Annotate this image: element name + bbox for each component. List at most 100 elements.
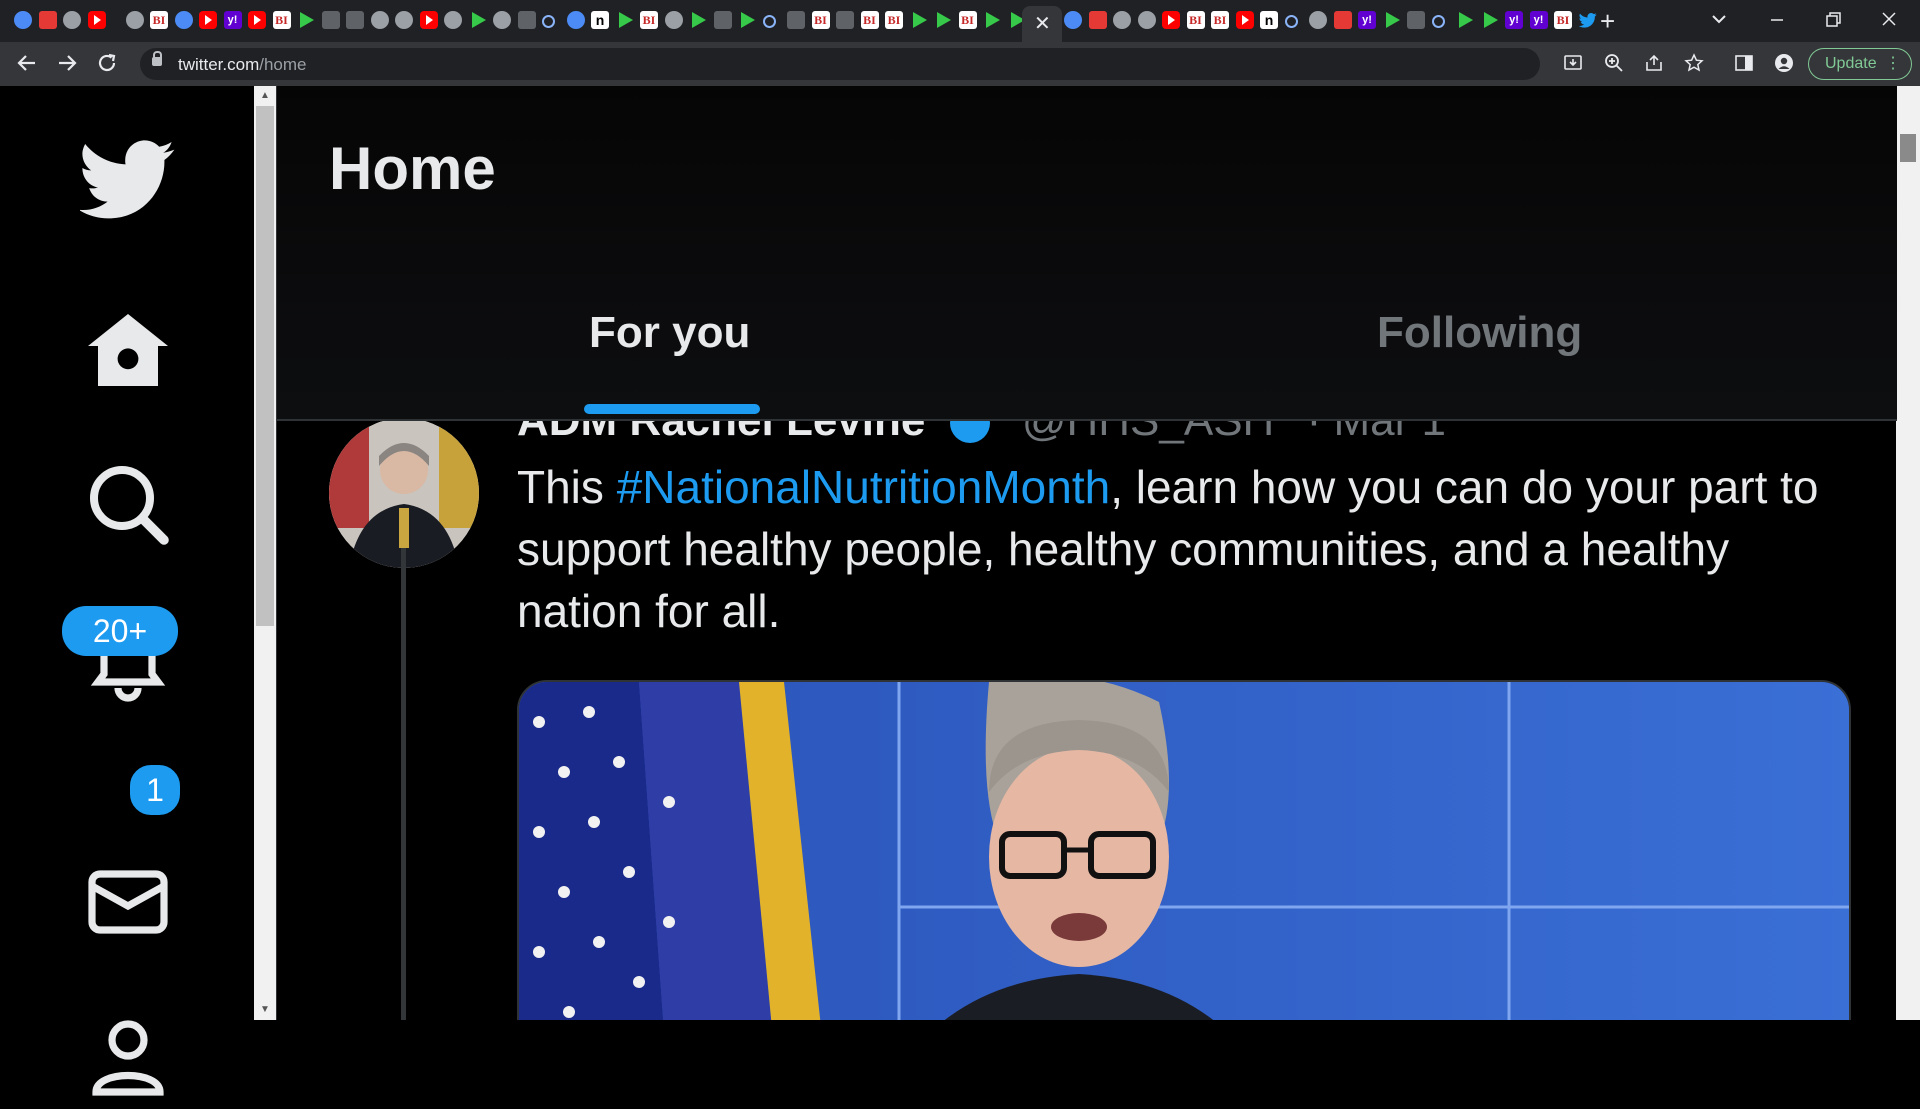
browser-toolbar: twitter.com/home Update ⋮ [0, 42, 1920, 86]
page-scrollbar[interactable] [1896, 86, 1920, 1020]
tweet-author-avatar[interactable] [329, 418, 479, 568]
pinned-tab-bi-icon[interactable] [640, 11, 658, 29]
side-panel-icon[interactable] [1734, 53, 1754, 77]
minimize-window-icon[interactable] [1768, 4, 1786, 39]
profile-icon[interactable] [1774, 53, 1794, 77]
tab-following[interactable]: Following [1377, 308, 1582, 358]
pinned-tab-play-icon[interactable] [934, 11, 952, 29]
pinned-tab-blue-icon[interactable] [14, 11, 32, 29]
forward-arrow-icon[interactable] [56, 52, 78, 78]
pinned-tab-bi-icon[interactable] [1554, 11, 1572, 29]
twitter-logo-icon[interactable] [78, 130, 176, 226]
pinned-tab-bi-icon[interactable] [860, 11, 879, 29]
pinned-tab-dark-icon[interactable] [1407, 11, 1425, 29]
pinned-tab-grey-icon[interactable] [1309, 11, 1327, 29]
pinned-tab-yt-icon[interactable] [1162, 11, 1180, 29]
pinned-tab-bi-icon[interactable] [885, 11, 903, 29]
pinned-tab-yt-icon[interactable] [199, 11, 217, 29]
pinned-tab-bi-icon[interactable] [958, 11, 977, 29]
pinned-tab-bi-icon[interactable] [272, 11, 291, 29]
pinned-tab-n-icon[interactable] [591, 11, 609, 29]
pinned-tab-play-icon[interactable] [1456, 11, 1474, 29]
pinned-tab-yh-icon[interactable] [223, 11, 242, 29]
pinned-tab-grey-icon[interactable] [1137, 11, 1156, 29]
pinned-tab-bi-icon[interactable] [811, 11, 830, 29]
messages-envelope-icon[interactable] [80, 854, 176, 950]
pinned-tab-dark-icon[interactable] [713, 11, 732, 29]
explore-search-icon[interactable] [80, 456, 176, 552]
tweet-video-thumbnail[interactable] [517, 680, 1851, 1020]
pinned-tab-dark-icon[interactable] [836, 11, 854, 29]
pinned-tab-search-icon[interactable] [762, 15, 776, 28]
active-tab[interactable]: ✕ [1022, 6, 1062, 42]
pinned-tab-play-icon[interactable] [738, 11, 756, 29]
install-app-icon[interactable] [1563, 53, 1583, 77]
pinned-tab-yt-icon[interactable] [248, 11, 266, 29]
nav-scrollbar[interactable]: ▲ ▼ [254, 86, 276, 1020]
tweet-hashtag-link[interactable]: #NationalNutritionMonth [617, 461, 1111, 513]
pinned-tab-blue-icon[interactable] [174, 11, 193, 29]
bookmark-star-icon[interactable] [1684, 53, 1704, 77]
profile-person-icon[interactable] [80, 1008, 176, 1104]
pinned-tab-play-icon[interactable] [983, 11, 1001, 29]
pinned-tab-bi-icon[interactable] [150, 11, 168, 29]
back-arrow-icon[interactable] [16, 52, 38, 78]
pinned-tab-play-icon[interactable] [297, 11, 315, 29]
home-icon[interactable] [80, 302, 176, 398]
pinned-tab-grey-icon[interactable] [1113, 11, 1131, 29]
pinned-tab-red-icon[interactable] [1333, 11, 1352, 29]
pinned-tab-yh-icon[interactable] [1358, 11, 1376, 29]
pinned-tab-grey-icon[interactable] [664, 11, 683, 29]
pinned-tab-grey-icon[interactable] [444, 11, 462, 29]
pinned-tab-play-icon[interactable] [616, 11, 634, 29]
address-bar[interactable]: twitter.com/home [140, 48, 1540, 80]
new-tab-button[interactable]: + [1600, 6, 1615, 36]
pinned-tab-blue-icon[interactable] [1064, 11, 1082, 29]
pinned-tab-play-icon[interactable] [1481, 11, 1499, 29]
pinned-tab-red-icon[interactable] [38, 11, 57, 29]
pinned-tab-dark-icon[interactable] [346, 11, 364, 29]
pinned-tab-dark-icon[interactable] [517, 11, 536, 29]
pinned-tab-yh-icon[interactable] [1505, 11, 1523, 29]
share-icon[interactable] [1644, 53, 1664, 77]
close-tab-icon[interactable]: ✕ [1034, 11, 1051, 36]
nav-scrollbar-thumb[interactable] [256, 106, 274, 626]
pinned-tab-blue-icon[interactable] [566, 11, 585, 29]
close-window-icon[interactable] [1880, 4, 1898, 39]
pinned-tab-search-icon[interactable] [1431, 15, 1445, 28]
scroll-up-arrow-icon[interactable]: ▲ [260, 90, 270, 101]
reload-icon[interactable] [96, 52, 118, 78]
pinned-tab-bi-icon[interactable] [1186, 11, 1205, 29]
chrome-menu-icon[interactable]: ⋮ [1885, 49, 1901, 79]
pinned-tab-grey-icon[interactable] [370, 11, 389, 29]
pinned-tab-dark-icon[interactable] [787, 11, 805, 29]
pinned-tab-bi-icon[interactable] [1211, 11, 1229, 29]
tab-search-chevron-icon[interactable] [1710, 4, 1728, 39]
pinned-tab-dark-icon[interactable] [321, 11, 340, 29]
pinned-tab-search-icon[interactable] [1284, 15, 1298, 28]
pinned-tab-search-icon[interactable] [542, 15, 555, 28]
pinned-tab-grey-icon[interactable] [125, 11, 144, 29]
pinned-tab-grey-icon[interactable] [63, 11, 81, 29]
pinned-tab-red-icon[interactable] [1088, 11, 1107, 29]
update-label: Update [1825, 55, 1877, 72]
pinned-tab-yt-icon[interactable] [87, 11, 106, 29]
pinned-tab-play-icon[interactable] [469, 11, 487, 29]
pinned-tab-yh-icon[interactable] [1529, 11, 1548, 29]
tab-for-you[interactable]: For you [589, 308, 750, 358]
restore-window-icon[interactable] [1824, 4, 1842, 39]
pinned-tab-play-icon[interactable] [910, 11, 928, 29]
pinned-tab-yt-icon[interactable] [419, 11, 438, 29]
pinned-tab-play-icon[interactable] [1383, 11, 1401, 29]
pinned-tab-n-icon[interactable] [1260, 11, 1278, 29]
lock-icon[interactable] [152, 51, 162, 66]
update-button[interactable]: Update ⋮ [1808, 48, 1912, 80]
page-scrollbar-thumb[interactable] [1900, 134, 1916, 162]
pinned-tab-yt-icon[interactable] [1235, 11, 1254, 29]
pinned-tab-tw-icon[interactable] [1578, 11, 1597, 29]
pinned-tab-grey-icon[interactable] [493, 11, 511, 29]
pinned-tab-play-icon[interactable] [689, 11, 707, 29]
scroll-down-arrow-icon[interactable]: ▼ [260, 1004, 270, 1015]
pinned-tab-grey-icon[interactable] [395, 11, 413, 29]
zoom-icon[interactable] [1604, 53, 1624, 77]
